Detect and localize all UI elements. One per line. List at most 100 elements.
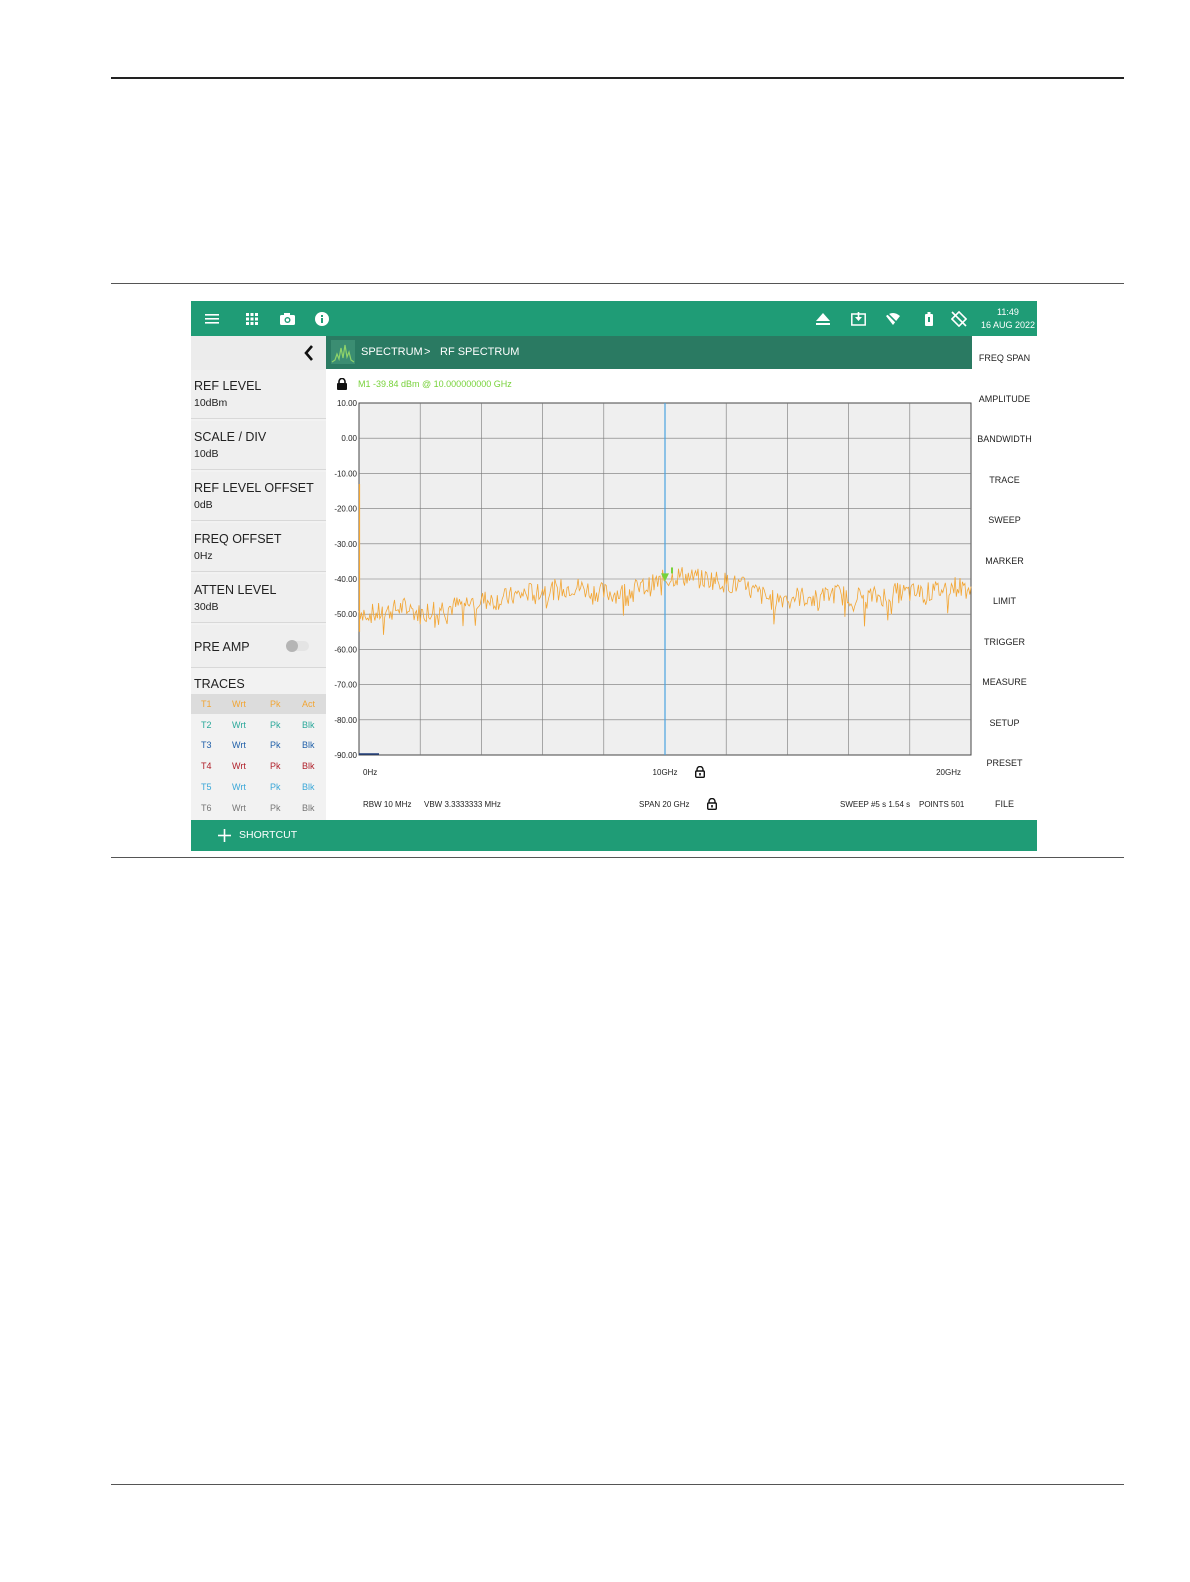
menu-trace[interactable]: TRACE <box>972 475 1037 485</box>
x-tick-label: 0Hz <box>363 768 377 777</box>
menu-amplitude[interactable]: AMPLITUDE <box>972 394 1037 404</box>
trace-row-t4[interactable]: T4 Wrt Pk Blk <box>191 756 326 776</box>
menu-icon[interactable] <box>202 309 222 329</box>
atten-level-label: ATTEN LEVEL <box>194 583 277 597</box>
plus-icon[interactable] <box>218 829 231 842</box>
ref-level-offset-label: REF LEVEL OFFSET <box>194 481 314 495</box>
trace-row-t5[interactable]: T5 Wrt Pk Blk <box>191 777 326 797</box>
breadcrumb-separator: > <box>424 346 431 358</box>
measurement-info-bar: RBW 10 MHz VBW 3.3333333 MHz SPAN 20 GHz… <box>326 797 972 811</box>
y-tick-label: -40.00 <box>334 575 357 584</box>
menu-file[interactable]: FILE <box>972 799 1037 809</box>
x-tick-label: 10GHz <box>653 768 678 777</box>
traces-heading: TRACES <box>194 677 245 691</box>
ref-level-offset-value: 0dB <box>194 499 213 511</box>
menu-measure[interactable]: MEASURE <box>972 677 1037 687</box>
trace-detector: Pk <box>270 781 281 792</box>
y-tick-label: -70.00 <box>334 681 357 690</box>
menu-limit[interactable]: LIMIT <box>972 596 1037 606</box>
sweep-value[interactable]: SWEEP #5 s 1.54 s <box>840 800 910 809</box>
breadcrumb: SPECTRUM > RF SPECTRUM <box>326 336 972 369</box>
x-tick-label: 20GHz <box>936 768 961 777</box>
span-lock-icon[interactable] <box>707 798 717 810</box>
trace-row-t1[interactable]: T1 Wrt Pk Act <box>191 694 326 714</box>
menu-preset[interactable]: PRESET <box>972 758 1037 768</box>
points-value[interactable]: POINTS 501 <box>919 800 964 809</box>
trace-state: Blk <box>302 761 315 772</box>
trace-mode: Wrt <box>232 699 246 709</box>
download-icon[interactable] <box>848 309 868 329</box>
marker-m1-label <box>671 567 673 574</box>
battery-icon <box>919 309 939 329</box>
menu-freq-span[interactable]: FREQ SPAN <box>972 353 1037 363</box>
wifi-off-icon[interactable] <box>883 309 903 329</box>
trace-mode: Wrt <box>232 719 246 730</box>
menu-sweep[interactable]: SWEEP <box>972 515 1037 525</box>
y-tick-label: -60.00 <box>334 645 357 654</box>
trace-state: Act <box>302 699 316 709</box>
scale-div-setting[interactable]: SCALE / DIV 10dB <box>191 421 326 470</box>
trace-name: T4 <box>201 761 212 772</box>
toggle-knob <box>286 640 298 652</box>
trace-state: Blk <box>302 740 315 751</box>
trace-detector: Pk <box>270 802 281 813</box>
trace-mode: Wrt <box>232 740 246 751</box>
center-freq-lock-icon[interactable] <box>695 766 705 778</box>
trace-row-t3[interactable]: T3 Wrt Pk Blk <box>191 735 326 755</box>
trace-name: T6 <box>201 802 212 813</box>
menu-trigger[interactable]: TRIGGER <box>972 637 1037 647</box>
menu-setup[interactable]: SETUP <box>972 718 1037 728</box>
breadcrumb-page: RF SPECTRUM <box>440 346 520 358</box>
trace-name: T3 <box>201 740 212 751</box>
status-bar: 11:49 16 AUG 2022 <box>191 301 1037 336</box>
apps-grid-icon[interactable] <box>242 309 262 329</box>
info-icon[interactable] <box>312 309 332 329</box>
camera-icon[interactable] <box>277 309 297 329</box>
shortcut-button[interactable]: SHORTCUT <box>239 829 297 841</box>
ref-level-setting[interactable]: REF LEVEL 10dBm <box>191 370 326 419</box>
freq-offset-setting[interactable]: FREQ OFFSET 0Hz <box>191 523 326 572</box>
trace-row-t2[interactable]: T2 Wrt Pk Blk <box>191 715 326 735</box>
clock-time: 11:49 <box>997 307 1019 317</box>
trace-name: T2 <box>201 719 212 730</box>
y-tick-label: -10.00 <box>334 469 357 478</box>
scale-div-label: SCALE / DIV <box>194 430 267 444</box>
breadcrumb-section[interactable]: SPECTRUM <box>361 346 423 358</box>
span-value[interactable]: SPAN 20 GHz <box>639 800 690 809</box>
ref-level-value: 10dBm <box>194 397 228 409</box>
vbw-value[interactable]: VBW 3.3333333 MHz <box>424 800 501 809</box>
trace-row-t6[interactable]: T6 Wrt Pk Blk <box>191 798 326 818</box>
trace-state: Blk <box>302 781 315 792</box>
pre-amp-label: PRE AMP <box>194 640 250 654</box>
settings-panel: REF LEVEL 10dBm SCALE / DIV 10dB REF LEV… <box>191 336 326 820</box>
y-tick-label: -80.00 <box>334 716 357 725</box>
analyzer-screen: 11:49 16 AUG 2022 REF LEVEL 10dBm SCALE … <box>191 301 1037 851</box>
trace-name: T1 <box>201 699 212 709</box>
page-rule-bottom <box>111 1484 1124 1485</box>
ref-level-offset-setting[interactable]: REF LEVEL OFFSET 0dB <box>191 472 326 521</box>
rotation-lock-icon[interactable] <box>949 309 969 329</box>
rbw-value[interactable]: RBW 10 MHz <box>363 800 411 809</box>
spectrum-app-icon <box>331 340 355 364</box>
y-tick-label: -50.00 <box>334 610 357 619</box>
page-rule-top <box>111 77 1124 79</box>
freq-offset-value: 0Hz <box>194 550 213 562</box>
pre-amp-toggle[interactable] <box>286 640 309 652</box>
spectrum-plot[interactable]: 10.00 0.00 -10.00 -20.00 -30.00 -40.00 -50.00 -… <box>326 369 972 789</box>
menu-bandwidth[interactable]: BANDWIDTH <box>972 434 1037 444</box>
trace-mode: Wrt <box>232 761 246 772</box>
trace-mode: Wrt <box>232 781 246 792</box>
menu-marker[interactable]: MARKER <box>972 556 1037 566</box>
figure-rule-top <box>111 283 1124 284</box>
spectrum-view: M1 -39.84 dBm @ 10.000000000 GHz 10.00 0.… <box>326 369 972 820</box>
pre-amp-setting: PRE AMP <box>191 625 326 668</box>
trace-mode: Wrt <box>232 802 246 813</box>
collapse-panel-button[interactable] <box>191 336 326 370</box>
eject-icon[interactable] <box>813 309 833 329</box>
clock-date: 16 AUG 2022 <box>980 320 1035 330</box>
shortcut-bar: SHORTCUT <box>191 820 1037 851</box>
trace-detector: Pk <box>270 719 281 730</box>
main-menu: FREQ SPAN AMPLITUDE BANDWIDTH TRACE SWEEP MAR… <box>972 336 1037 820</box>
trace-state: Blk <box>302 802 315 813</box>
atten-level-setting[interactable]: ATTEN LEVEL 30dB <box>191 574 326 623</box>
